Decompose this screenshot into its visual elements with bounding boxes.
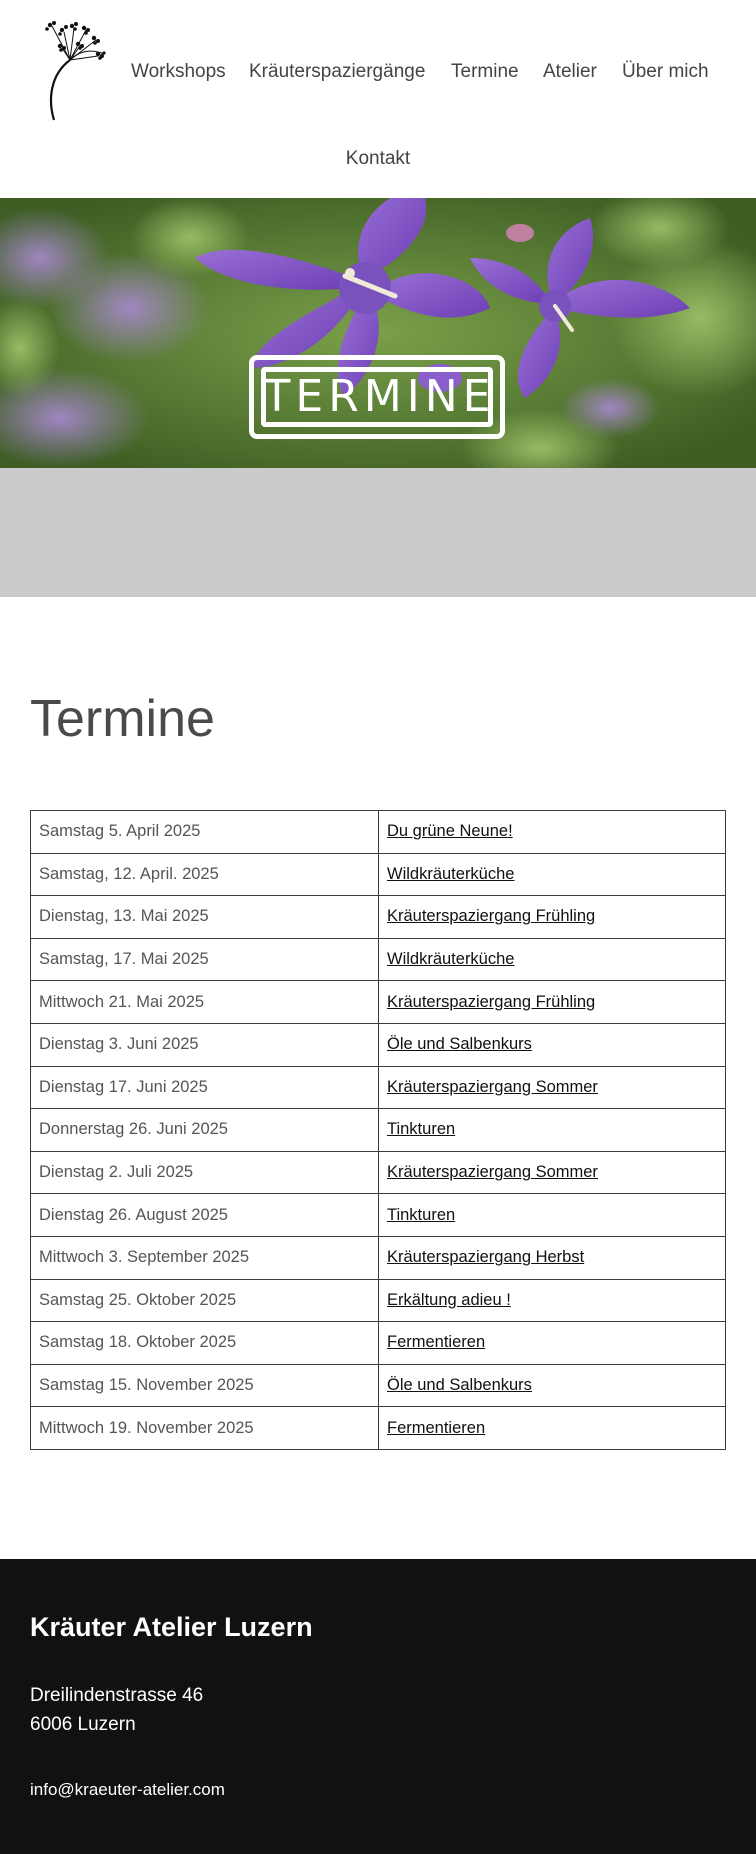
event-date: Samstag 18. Oktober 2025 (30, 1321, 379, 1365)
table-row: Samstag 15. November 2025 Öle und Salbenk… (30, 1363, 726, 1408)
event-cell: Fermentieren (378, 1406, 726, 1450)
event-date: Dienstag 3. Juni 2025 (30, 1022, 379, 1067)
footer-email-link[interactable]: info@kraeuter-atelier.com (30, 1778, 225, 1802)
event-link[interactable]: Fermentieren (387, 1333, 485, 1351)
table-row: Samstag 18. Oktober 2025 Fermentieren (30, 1321, 726, 1365)
event-link[interactable]: Kräuterspaziergang Sommer (387, 1163, 598, 1181)
events-table: Samstag 5. April 2025 Du grüne Neune! Sams… (30, 810, 726, 1450)
event-link[interactable]: Tinkturen (387, 1120, 455, 1138)
event-cell: Wildkräuterküche (378, 852, 726, 897)
event-cell: Du grüne Neune! (378, 810, 726, 854)
event-link[interactable]: Kräuterspaziergang Frühling (387, 907, 595, 925)
event-date: Dienstag, 13. Mai 2025 (30, 895, 379, 939)
event-link[interactable]: Fermentieren (387, 1419, 485, 1437)
event-date: Samstag, 12. April. 2025 (30, 852, 379, 897)
main-navigation-row-2: Kontakt (0, 145, 756, 173)
table-row: Mittwoch 3. September 2025 Kräuterspazier… (30, 1235, 726, 1280)
event-date: Samstag 15. November 2025 (30, 1363, 379, 1408)
event-date: Samstag 5. April 2025 (30, 810, 379, 854)
event-cell: Kräuterspaziergang Sommer (378, 1150, 726, 1195)
main-navigation: Workshops Kräuterspaziergänge Termine At… (0, 58, 756, 88)
event-date: Mittwoch 3. September 2025 (30, 1235, 379, 1280)
nav-item-termine[interactable]: Termine (451, 58, 519, 86)
table-row: Dienstag 17. Juni 2025 Kräuterspaziergang… (30, 1065, 726, 1110)
nav-item-atelier[interactable]: Atelier (543, 58, 597, 86)
table-row: Samstag, 17. Mai 2025 Wildkräuterküche (30, 937, 726, 982)
nav-item-ueber-mich[interactable]: Über mich (622, 58, 709, 86)
table-row: Dienstag, 13. Mai 2025 Kräuterspaziergang… (30, 895, 726, 939)
table-row: Samstag 5. April 2025 Du grüne Neune! (30, 810, 726, 854)
event-link[interactable]: Kräuterspaziergang Herbst (387, 1248, 584, 1266)
event-cell: Erkältung adieu ! (378, 1278, 726, 1323)
event-link[interactable]: Wildkräuterküche (387, 865, 514, 883)
nav-item-workshops[interactable]: Workshops (131, 58, 226, 86)
event-date: Samstag, 17. Mai 2025 (30, 937, 379, 982)
event-link[interactable]: Öle und Salbenkurs (387, 1376, 532, 1394)
page-title: Termine (30, 690, 215, 748)
table-row: Mittwoch 21. Mai 2025 Kräuterspaziergang … (30, 980, 726, 1024)
main-content: Termine Samstag 5. April 2025 Du grüne Ne… (0, 597, 756, 1559)
site-header: Workshops Kräuterspaziergänge Termine At… (0, 0, 756, 198)
hero-banner: TERMINE (0, 198, 756, 468)
footer-street: Dreilindenstrasse 46 (30, 1685, 204, 1706)
event-cell: Öle und Salbenkurs (378, 1363, 726, 1408)
table-row: Samstag, 12. April. 2025 Wildkräuterküche (30, 852, 726, 897)
event-cell: Kräuterspaziergang Sommer (378, 1065, 726, 1110)
nav-item-kraeuterspaziergaenge[interactable]: Kräuterspaziergänge (249, 58, 425, 86)
event-cell: Wildkräuterküche (378, 937, 726, 982)
nav-item-kontakt[interactable]: Kontakt (346, 148, 410, 169)
table-row: Mittwoch 19. November 2025 Fermentieren (30, 1406, 726, 1450)
event-link[interactable]: Du grüne Neune! (387, 822, 513, 840)
event-link[interactable]: Tinkturen (387, 1206, 455, 1224)
table-row: Samstag 25. Oktober 2025 Erkältung adieu … (30, 1278, 726, 1323)
grey-spacer-band (0, 468, 756, 597)
event-date: Dienstag 26. August 2025 (30, 1193, 379, 1237)
event-cell: Tinkturen (378, 1193, 726, 1237)
hero-termine-sign: TERMINE (249, 355, 505, 439)
footer-city: 6006 Luzern (30, 1714, 136, 1735)
event-cell: Kräuterspaziergang Frühling (378, 895, 726, 939)
footer-address: Dreilindenstrasse 46 6006 Luzern (30, 1681, 203, 1739)
event-link[interactable]: Erkältung adieu ! (387, 1291, 511, 1309)
hero-sign-text: TERMINE (263, 371, 496, 422)
event-cell: Kräuterspaziergang Herbst (378, 1235, 726, 1280)
table-row: Dienstag 26. August 2025 Tinkturen (30, 1193, 726, 1237)
event-date: Mittwoch 21. Mai 2025 (30, 980, 379, 1024)
event-link[interactable]: Wildkräuterküche (387, 950, 514, 968)
site-footer: Kräuter Atelier Luzern Dreilindenstrasse… (0, 1559, 756, 1854)
event-link[interactable]: Kräuterspaziergang Sommer (387, 1078, 598, 1096)
event-cell: Fermentieren (378, 1321, 726, 1365)
table-row: Dienstag 3. Juni 2025 Öle und Salbenkurs (30, 1022, 726, 1067)
event-cell: Tinkturen (378, 1108, 726, 1152)
event-cell: Kräuterspaziergang Frühling (378, 980, 726, 1024)
event-date: Mittwoch 19. November 2025 (30, 1406, 379, 1450)
event-link[interactable]: Kräuterspaziergang Frühling (387, 993, 595, 1011)
table-row: Donnerstag 26. Juni 2025 Tinkturen (30, 1108, 726, 1152)
event-link[interactable]: Öle und Salbenkurs (387, 1035, 532, 1053)
event-date: Samstag 25. Oktober 2025 (30, 1278, 379, 1323)
event-date: Dienstag 2. Juli 2025 (30, 1150, 379, 1195)
event-date: Donnerstag 26. Juni 2025 (30, 1108, 379, 1152)
footer-title: Kräuter Atelier Luzern (30, 1612, 313, 1642)
event-date: Dienstag 17. Juni 2025 (30, 1065, 379, 1110)
table-row: Dienstag 2. Juli 2025 Kräuterspaziergang … (30, 1150, 726, 1195)
event-cell: Öle und Salbenkurs (378, 1022, 726, 1067)
